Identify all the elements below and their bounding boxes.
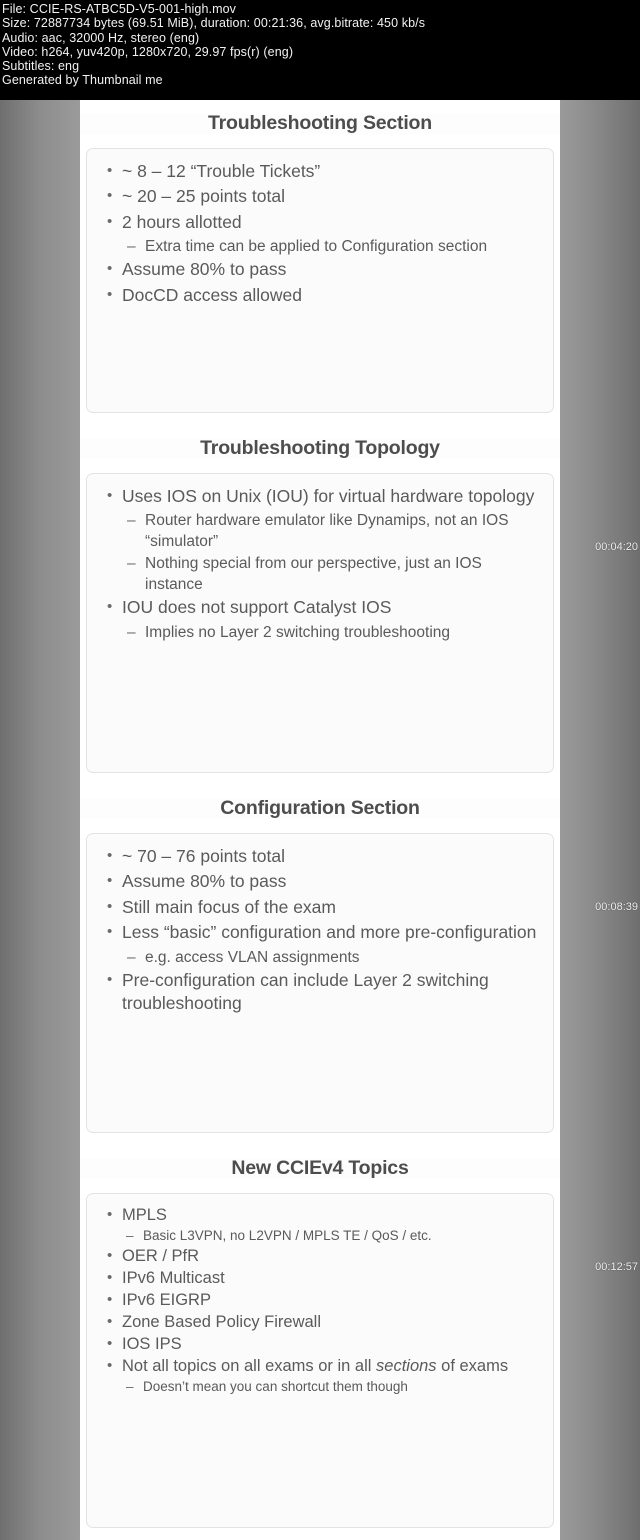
slide-title-gap [80,134,560,148]
bullet-item: Still main focus of the exam [101,895,539,920]
info-line-file: File: CCIE-RS-ATBC5D-V5-001-high.mov [2,2,236,16]
bullet-item: e.g. access VLAN assignments [101,947,539,968]
bullet-list: MPLSBasic L3VPN, no L2VPN / MPLS TE / Qo… [101,1204,539,1396]
slide-title: Configuration Section [80,798,560,819]
bullet-item: IOU does not support Catalyst IOS [101,595,539,620]
slide-content-box: Uses IOS on Unix (IOU) for virtual hardw… [86,472,554,773]
slide-thumbnail[interactable]: New CCIEv4 Topics MPLSBasic L3VPN, no L2V… [80,1145,560,1540]
info-line-generator: Generated by Thumbnail me [2,73,163,88]
slide-title-gap [80,819,560,833]
slide-thumbnail[interactable]: Troubleshooting Section ~ 8 – 12 “Trouble… [80,100,560,425]
slide-title: Troubleshooting Section [80,113,560,134]
bullet-item: 2 hours allotted [101,210,539,235]
timestamp-3: 00:12:57 [595,1261,638,1273]
bullet-item: Doesn’t mean you can shortcut them thoug… [101,1378,539,1396]
bullet-list: ~ 8 – 12 “Trouble Tickets”~ 20 – 25 poin… [101,159,539,308]
bullet-item: Assume 80% to pass [101,257,539,282]
info-line-audio: Audio: aac, 32000 Hz, stereo (eng) [2,30,200,45]
bullet-item: IPv6 Multicast [101,1267,539,1289]
bullet-item: Router hardware emulator like Dynamips, … [101,510,539,552]
bullet-item: Zone Based Policy Firewall [101,1311,539,1333]
emphasized-word: sections [376,1356,437,1375]
bullet-item: IPv6 EIGRP [101,1289,539,1311]
slide-title: New CCIEv4 Topics [80,1158,560,1179]
slide-thumbnail[interactable]: Troubleshooting Topology Uses IOS on Unix… [80,425,560,785]
slide-title-gap [80,459,560,473]
bullet-item: ~ 8 – 12 “Trouble Tickets” [101,159,539,184]
slide-thumbnail[interactable]: Configuration Section ~ 70 – 76 points to… [80,785,560,1145]
info-line-video: Video: h264, yuv420p, 1280x720, 29.97 fp… [2,44,294,59]
bullet-item: ~ 70 – 76 points total [101,844,539,869]
info-line-subtitles: Subtitles: eng [2,59,80,74]
slide-title: Troubleshooting Topology [80,438,560,459]
timestamp-1: 00:04:20 [595,541,638,553]
bullet-item: Nothing special from our perspective, ju… [101,553,539,595]
bullet-item: Basic L3VPN, no L2VPN / MPLS TE / QoS / … [101,1227,539,1245]
bullet-item: MPLS [101,1204,539,1226]
bullet-item: Uses IOS on Unix (IOU) for virtual hardw… [101,484,539,509]
bullet-item: DocCD access allowed [101,283,539,308]
bullet-item: Extra time can be applied to Configurati… [101,236,539,257]
info-line-size: Size: 72887734 bytes (69.51 MiB), durati… [2,16,426,31]
thumbnail-contact-sheet: Troubleshooting Section ~ 8 – 12 “Trouble… [0,100,640,1540]
bullet-item: Implies no Layer 2 switching troubleshoo… [101,622,539,643]
bullet-item: OER / PfR [101,1245,539,1267]
bullet-list: ~ 70 – 76 points totalAssume 80% to pass… [101,844,539,1016]
bullet-item: ~ 20 – 25 points total [101,184,539,209]
bullet-list: Uses IOS on Unix (IOU) for virtual hardw… [101,484,539,643]
slide-title-gap [80,1179,560,1193]
thumbnail-column: Troubleshooting Section ~ 8 – 12 “Trouble… [80,100,560,1540]
timestamp-2: 00:08:39 [595,901,638,913]
video-info-header: File: CCIE-RS-ATBC5D-V5-001-high.mov Siz… [0,0,640,100]
slide-content-box: MPLSBasic L3VPN, no L2VPN / MPLS TE / Qo… [86,1192,554,1528]
slide-content-box: ~ 8 – 12 “Trouble Tickets”~ 20 – 25 poin… [86,147,554,413]
slide-content-box: ~ 70 – 76 points totalAssume 80% to pass… [86,832,554,1133]
bullet-item: Assume 80% to pass [101,869,539,894]
bullet-item: Less “basic” configuration and more pre-… [101,920,539,945]
bullet-item: Not all topics on all exams or in all se… [101,1355,539,1377]
bullet-item: IOS IPS [101,1333,539,1355]
bullet-item: Pre-configuration can include Layer 2 sw… [101,968,539,1016]
